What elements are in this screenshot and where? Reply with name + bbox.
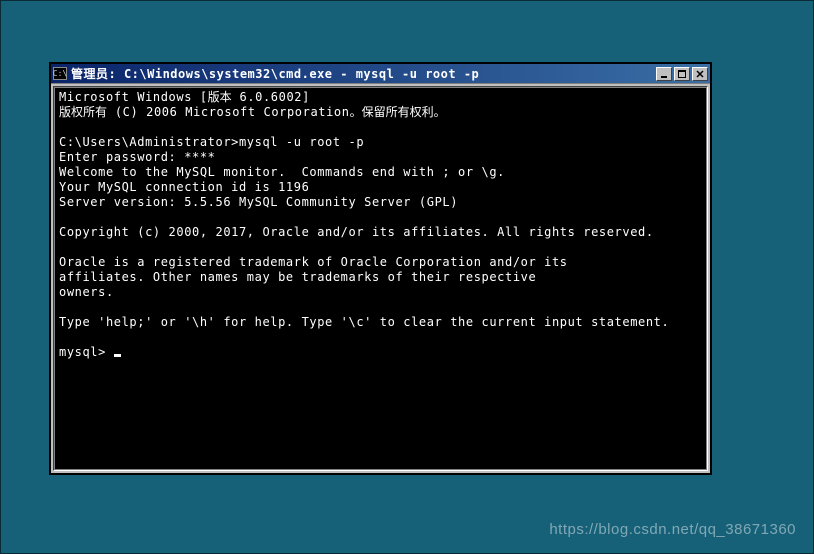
- out-l13: affiliates. Other names may be trademark…: [59, 270, 536, 284]
- mysql-prompt: mysql>: [59, 345, 114, 359]
- terminal-output[interactable]: Microsoft Windows [版本 6.0.6002] 版权所有 (C)…: [55, 88, 706, 469]
- out-l1b: 版本: [208, 90, 232, 104]
- window-title: 管理员: C:\Windows\system32\cmd.exe - mysql…: [71, 65, 656, 82]
- out-l2b: (C) 2006 Microsoft Corporation: [107, 105, 350, 119]
- terminal-frame: Microsoft Windows [版本 6.0.6002] 版权所有 (C)…: [51, 83, 710, 473]
- out-l8: Server version: 5.5.56 MySQL Community S…: [59, 195, 458, 209]
- out-l1a: Microsoft Windows [: [59, 90, 208, 104]
- out-l14: owners.: [59, 285, 114, 299]
- cmd-icon: C:\: [53, 67, 67, 80]
- cmd-window: C:\ 管理员: C:\Windows\system32\cmd.exe - m…: [49, 62, 712, 475]
- cursor-icon: [114, 354, 121, 357]
- window-controls: [656, 67, 708, 81]
- out-l12: Oracle is a registered trademark of Orac…: [59, 255, 568, 269]
- close-button[interactable]: [692, 67, 708, 81]
- maximize-button[interactable]: [674, 67, 690, 81]
- out-l2c: 。保留所有权利。: [350, 105, 446, 119]
- out-l10: Copyright (c) 2000, 2017, Oracle and/or …: [59, 225, 654, 239]
- titlebar[interactable]: C:\ 管理员: C:\Windows\system32\cmd.exe - m…: [51, 64, 710, 83]
- watermark-text: https://blog.csdn.net/qq_38671360: [549, 521, 796, 538]
- terminal-border: Microsoft Windows [版本 6.0.6002] 版权所有 (C)…: [53, 86, 708, 471]
- out-l5: Enter password: ****: [59, 150, 216, 164]
- out-l1c: 6.0.6002]: [232, 90, 310, 104]
- out-l2a: 版权所有: [59, 105, 107, 119]
- out-l7: Your MySQL connection id is 1196: [59, 180, 309, 194]
- out-l4: C:\Users\Administrator>mysql -u root -p: [59, 135, 364, 149]
- cmd-icon-label: C:\: [53, 69, 67, 78]
- out-l6: Welcome to the MySQL monitor. Commands e…: [59, 165, 505, 179]
- out-l16: Type 'help;' or '\h' for help. Type '\c'…: [59, 315, 669, 329]
- minimize-button[interactable]: [656, 67, 672, 81]
